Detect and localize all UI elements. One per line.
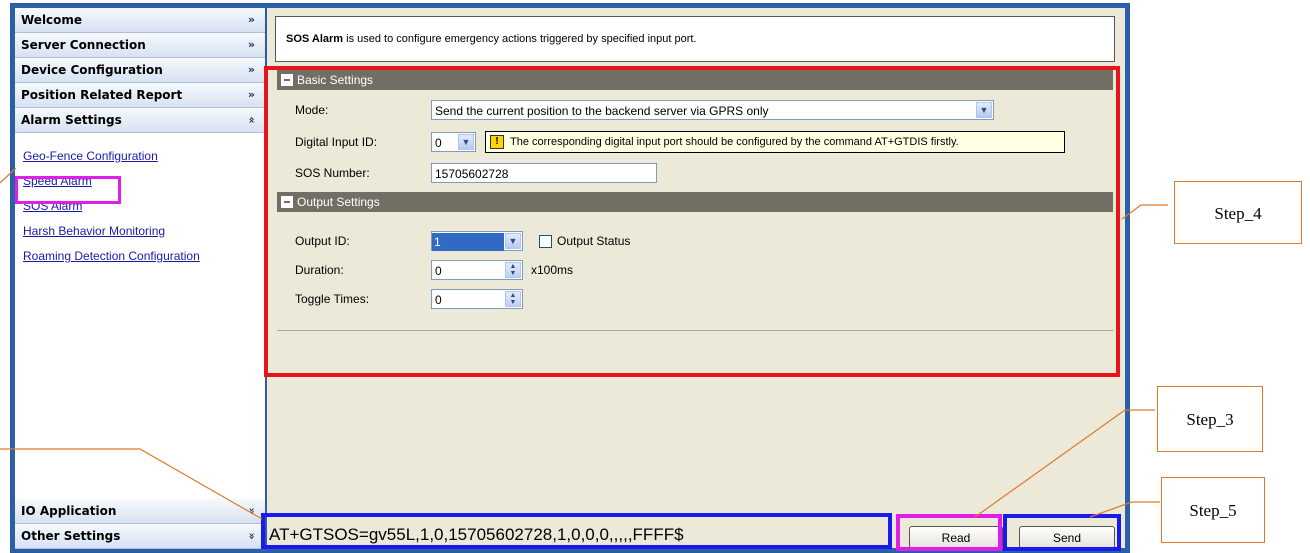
callout-line-step4 bbox=[1121, 204, 1168, 220]
step4-callout: Step_4 bbox=[1174, 181, 1302, 244]
callout-lines bbox=[0, 167, 1168, 520]
callout-line-step3 bbox=[974, 409, 1155, 518]
step3-callout: Step_3 bbox=[1157, 386, 1263, 452]
callout-line-left bbox=[0, 167, 17, 184]
callout-line-step5 bbox=[1089, 501, 1160, 518]
step5-callout: Step_5 bbox=[1161, 477, 1265, 543]
callout-line-command bbox=[0, 448, 263, 520]
